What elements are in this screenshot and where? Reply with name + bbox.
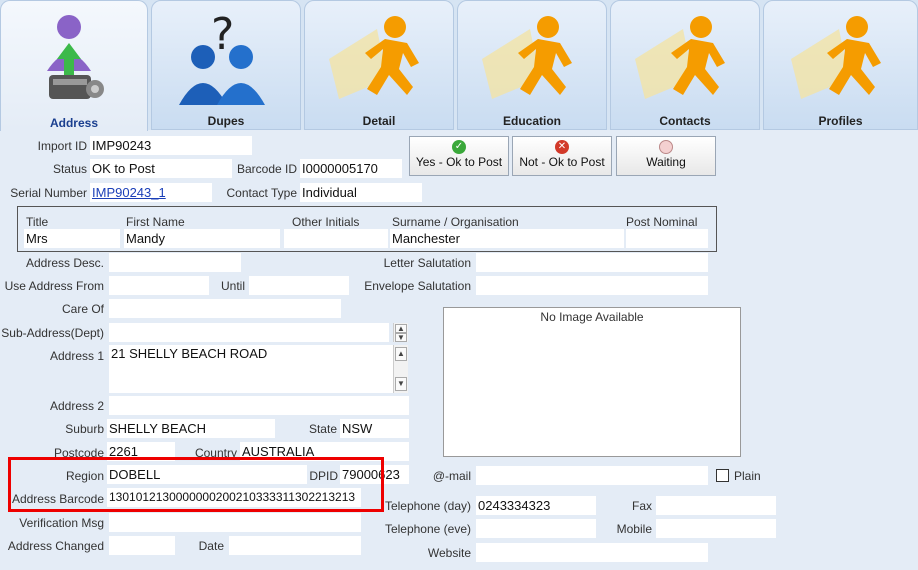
use-address-from-label: Use Address From [4, 279, 104, 293]
running-man-icon [790, 16, 881, 99]
other-initials-field[interactable] [284, 229, 388, 248]
date-label: Date [198, 539, 224, 553]
clock-icon [659, 140, 673, 154]
email-field[interactable] [476, 466, 708, 485]
button-label: Waiting [646, 155, 686, 169]
use-address-from-field[interactable] [109, 276, 209, 295]
plain-checkbox[interactable] [716, 469, 729, 482]
state-label: State [308, 422, 337, 436]
surname-field[interactable]: Manchester [390, 229, 624, 248]
plain-label: Plain [734, 469, 761, 483]
fax-label: Fax [631, 499, 652, 513]
import-id-field[interactable]: IMP90243 [90, 136, 252, 155]
first-name-label: First Name [126, 215, 185, 229]
address1-scrollbar[interactable]: ▲ ▼ [393, 345, 408, 393]
red-x-icon: ✕ [555, 140, 569, 154]
tab-label: Detail [362, 114, 396, 128]
address1-field[interactable]: 21 SHELLY BEACH ROAD [109, 345, 393, 393]
website-label: Website [427, 546, 471, 560]
status-label: Status [52, 162, 87, 176]
contact-image-placeholder: No Image Available [443, 307, 741, 457]
button-label: Not - Ok to Post [519, 155, 605, 169]
telephone-day-field[interactable]: 0243334323 [476, 496, 596, 515]
tab-bar: Address ? Dupes Detail Education Contact… [0, 0, 918, 131]
running-man-icon [482, 16, 572, 99]
state-field[interactable]: NSW [340, 419, 409, 438]
contact-type-label: Contact Type [226, 186, 298, 200]
envelope-salutation-label: Envelope Salutation [364, 279, 471, 293]
telephone-eve-field[interactable] [476, 519, 596, 538]
post-nominal-field[interactable] [626, 229, 708, 248]
address-desc-label: Address Desc. [25, 256, 104, 270]
tab-dupes[interactable]: ? Dupes [151, 0, 301, 130]
letter-salutation-field[interactable] [476, 253, 708, 272]
tab-education[interactable]: Education [457, 0, 607, 130]
tab-contacts[interactable]: Contacts [610, 0, 760, 130]
tab-label: Profiles [818, 114, 863, 128]
envelope-salutation-field[interactable] [476, 276, 708, 295]
address-changed-label: Address Changed [7, 539, 104, 553]
verification-msg-label: Verification Msg [19, 516, 104, 530]
fax-field[interactable] [656, 496, 776, 515]
highlight-box [8, 457, 384, 512]
chevron-up-icon[interactable]: ▲ [395, 324, 407, 333]
waiting-button[interactable]: Waiting [616, 136, 716, 176]
verification-msg-field[interactable] [109, 513, 361, 532]
green-check-icon: ✓ [452, 140, 466, 154]
tab-label: Address [49, 116, 99, 130]
running-man-icon [329, 16, 419, 99]
serial-number-link[interactable]: IMP90243_1 [90, 183, 212, 202]
tab-label: Dupes [207, 114, 245, 128]
suburb-field[interactable]: SHELLY BEACH [107, 419, 275, 438]
button-label: Yes - Ok to Post [415, 155, 503, 169]
tab-address[interactable]: Address [0, 0, 148, 131]
status-field[interactable]: OK to Post [90, 159, 232, 178]
tab-label: Education [502, 114, 561, 128]
date-field[interactable] [229, 536, 361, 555]
tab-detail[interactable]: Detail [304, 0, 454, 130]
telephone-eve-label: Telephone (eve) [384, 522, 471, 536]
running-man-icon [635, 16, 725, 99]
other-initials-label: Other Initials [292, 215, 360, 229]
chevron-up-icon[interactable]: ▲ [395, 347, 407, 361]
mobile-label: Mobile [616, 522, 652, 536]
address-desc-field[interactable] [109, 253, 241, 272]
name-group: Title Mrs First Name Mandy Other Initial… [17, 206, 717, 252]
email-label: @-mail [432, 469, 471, 483]
surname-label: Surname / Organisation [392, 215, 519, 229]
website-field[interactable] [476, 543, 708, 562]
tab-profiles[interactable]: Profiles [763, 0, 918, 130]
chevron-down-icon[interactable]: ▼ [395, 333, 407, 342]
duplicate-people-icon: ? [179, 9, 265, 105]
mobile-field[interactable] [656, 519, 776, 538]
first-name-field[interactable]: Mandy [124, 229, 280, 248]
until-field[interactable] [249, 276, 349, 295]
post-nominal-label: Post Nominal [626, 215, 698, 229]
letter-salutation-label: Letter Salutation [383, 256, 471, 270]
address-changed-field[interactable] [109, 536, 175, 555]
serial-number-label: Serial Number [10, 186, 87, 200]
barcode-id-label: Barcode ID [236, 162, 297, 176]
not-ok-to-post-button[interactable]: ✕ Not - Ok to Post [512, 136, 612, 176]
address2-field[interactable] [109, 396, 409, 415]
suburb-label: Suburb [65, 422, 104, 436]
yes-ok-to-post-button[interactable]: ✓ Yes - Ok to Post [409, 136, 509, 176]
person-upload-icon [47, 15, 104, 99]
sub-address-label: Sub-Address(Dept) [1, 326, 104, 340]
care-of-field[interactable] [109, 299, 341, 318]
contact-type-field[interactable]: Individual [300, 183, 422, 202]
sub-address-field[interactable] [109, 323, 389, 342]
address1-label: Address 1 [49, 349, 104, 363]
until-label: Until [220, 279, 245, 293]
chevron-down-icon[interactable]: ▼ [395, 377, 407, 391]
tab-label: Contacts [659, 114, 711, 128]
telephone-day-label: Telephone (day) [384, 499, 471, 513]
title-field[interactable]: Mrs [24, 229, 120, 248]
barcode-id-field[interactable]: I0000005170 [300, 159, 402, 178]
import-id-label: Import ID [37, 139, 87, 153]
address2-label: Address 2 [49, 399, 104, 413]
sub-address-spinner[interactable]: ▲ ▼ [393, 323, 408, 342]
care-of-label: Care Of [61, 302, 104, 316]
title-label: Title [26, 215, 49, 229]
